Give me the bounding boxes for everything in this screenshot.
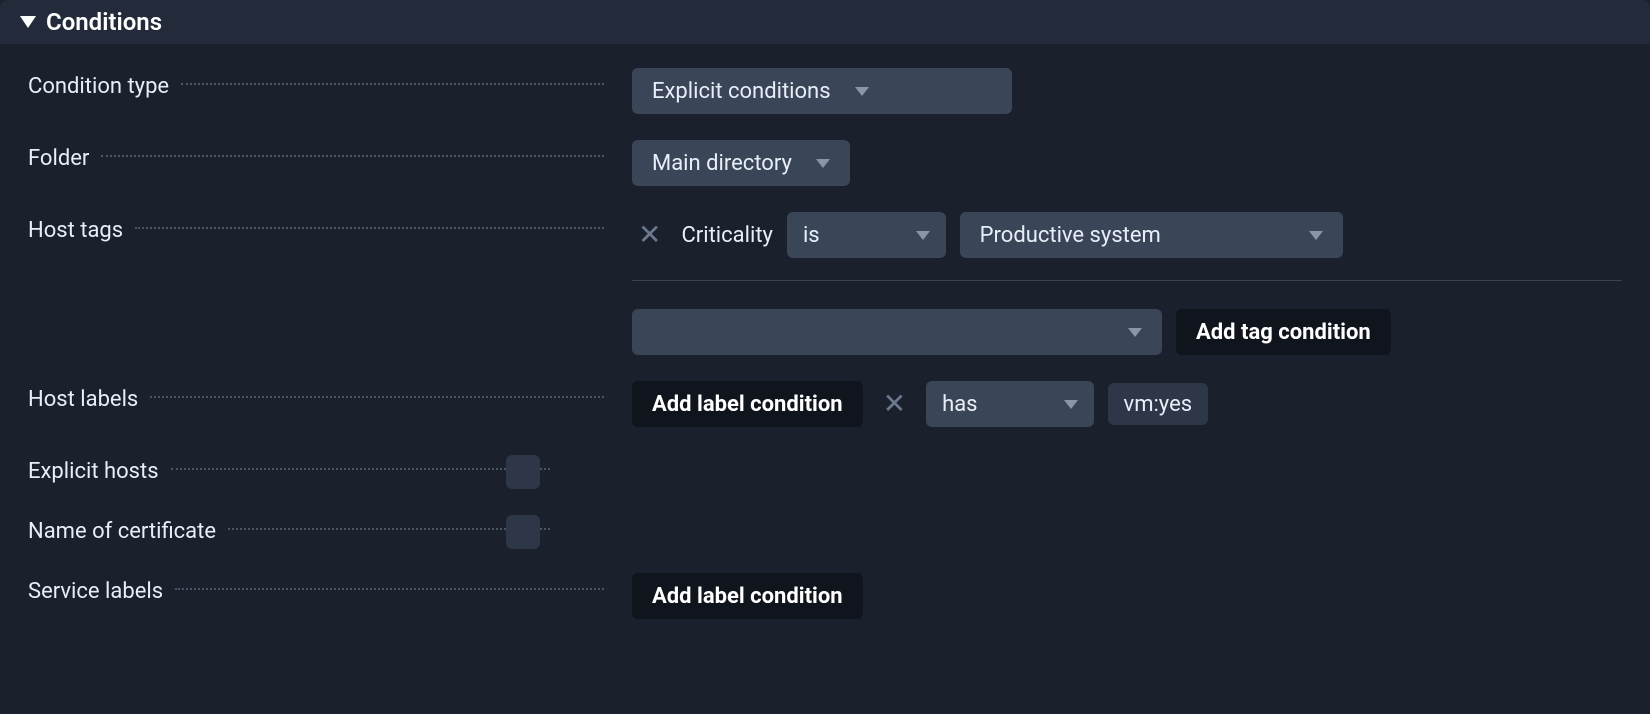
chevron-down-icon	[916, 231, 930, 240]
chevron-down-icon	[816, 159, 830, 168]
divider	[632, 280, 1622, 281]
value-col: Add label condition ✕ has vm:yes	[608, 381, 1622, 427]
label-service-labels: Service labels	[28, 579, 171, 604]
button-label: Add label condition	[652, 392, 843, 417]
select-value: Main directory	[652, 151, 792, 176]
row-folder: Folder Main directory	[28, 140, 1622, 192]
chevron-down-icon	[855, 87, 869, 96]
new-tag-select[interactable]	[632, 309, 1162, 355]
section-body: Condition type Explicit conditions Folde…	[0, 44, 1650, 645]
button-label: Add label condition	[652, 584, 843, 609]
chevron-down-icon	[1064, 400, 1078, 409]
label-explicit-hosts: Explicit hosts	[28, 459, 167, 484]
remove-tag-icon[interactable]: ✕	[632, 217, 667, 253]
label-name-of-certificate: Name of certificate	[28, 519, 224, 544]
section-header[interactable]: Conditions	[0, 0, 1650, 44]
label-col: Explicit hosts	[28, 453, 554, 484]
select-value: Explicit conditions	[652, 79, 831, 104]
label-folder: Folder	[28, 146, 97, 171]
row-explicit-hosts: Explicit hosts	[28, 453, 1622, 505]
label-col: Host labels	[28, 381, 608, 412]
select-value: Productive system	[980, 223, 1161, 248]
label-host-tags: Host tags	[28, 218, 131, 243]
dots-filler	[171, 468, 550, 470]
section-title: Conditions	[46, 8, 162, 36]
label-col: Service labels	[28, 573, 608, 604]
label-col: Folder	[28, 140, 608, 171]
folder-select[interactable]: Main directory	[632, 140, 850, 186]
row-host-labels: Host labels Add label condition ✕ has vm…	[28, 381, 1622, 433]
label-col: Name of certificate	[28, 513, 554, 544]
value-col: Main directory	[608, 140, 1622, 186]
remove-label-icon[interactable]: ✕	[877, 386, 912, 422]
add-service-label-condition-button[interactable]: Add label condition	[632, 573, 863, 619]
value-col: Explicit conditions	[608, 68, 1622, 114]
condition-type-select[interactable]: Explicit conditions	[632, 68, 1012, 114]
dots-filler	[101, 155, 604, 157]
conditions-panel: Conditions Condition type Explicit condi…	[0, 0, 1650, 645]
dots-filler	[181, 83, 604, 85]
name-of-certificate-checkbox[interactable]	[506, 515, 540, 549]
collapse-icon	[20, 16, 36, 28]
tag-operator-select[interactable]: is	[787, 212, 946, 258]
row-condition-type: Condition type Explicit conditions	[28, 68, 1622, 120]
select-value: is	[803, 223, 820, 248]
label-host-labels: Host labels	[28, 387, 146, 412]
row-service-labels: Service labels Add label condition	[28, 573, 1622, 625]
value-col: Add label condition	[608, 573, 1622, 619]
tag-name: Criticality	[681, 223, 772, 248]
add-tag-condition-button[interactable]: Add tag condition	[1176, 309, 1391, 355]
add-label-condition-button[interactable]: Add label condition	[632, 381, 863, 427]
button-label: Add tag condition	[1196, 320, 1371, 345]
row-name-of-certificate: Name of certificate	[28, 513, 1622, 565]
explicit-hosts-checkbox[interactable]	[506, 455, 540, 489]
label-col: Host tags	[28, 212, 608, 243]
label-condition-type: Condition type	[28, 74, 177, 99]
tag-value-select[interactable]: Productive system	[960, 212, 1343, 258]
dots-filler	[175, 588, 604, 590]
value-col: Add tag condition	[608, 309, 1622, 355]
chevron-down-icon	[1128, 328, 1142, 337]
label-badge[interactable]: vm:yes	[1108, 383, 1209, 425]
label-operator-select[interactable]: has	[926, 381, 1093, 427]
dots-filler	[135, 227, 604, 229]
value-col: ✕ Criticality is Productive system	[608, 212, 1622, 258]
select-value: has	[942, 392, 977, 417]
row-add-tag: x Add tag condition	[28, 309, 1622, 361]
dots-filler	[150, 396, 604, 398]
dots-filler	[228, 528, 550, 530]
chevron-down-icon	[1309, 231, 1323, 240]
row-host-tags: Host tags ✕ Criticality is Productive sy…	[28, 212, 1622, 264]
badge-text: vm:yes	[1124, 392, 1193, 417]
label-col: Condition type	[28, 68, 608, 99]
